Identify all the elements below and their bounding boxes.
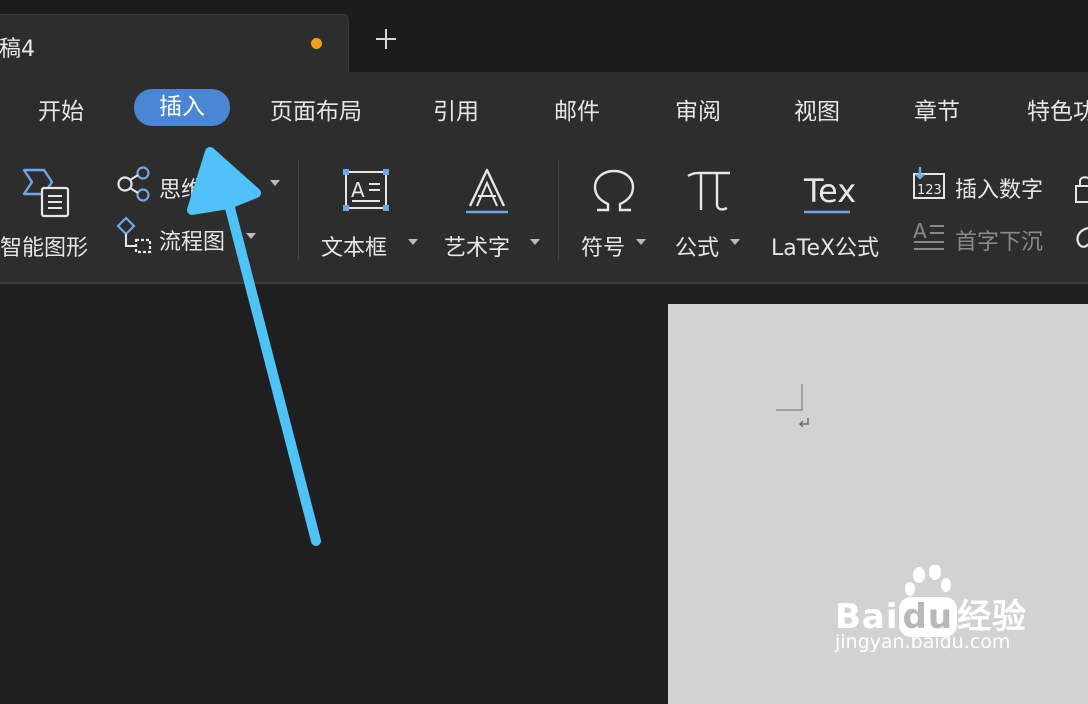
word-art-label: 艺术字	[444, 236, 511, 261]
text-cursor-mark-icon	[776, 384, 809, 428]
flowchart-label: 流程图	[159, 230, 226, 255]
symbol-dropdown-icon[interactable]	[636, 239, 646, 245]
flowchart-icon	[116, 216, 152, 254]
ribbon-separator	[298, 160, 299, 260]
menu-insert[interactable]: 插入	[134, 89, 230, 126]
word-art-dropdown-icon[interactable]	[530, 239, 540, 245]
menu-bar: 开始 插入 页面布局 引用 邮件 审阅 视图 章节 特色功能	[0, 72, 1088, 144]
mind-map-dropdown-icon[interactable]	[270, 180, 280, 186]
pi-formula-icon	[687, 171, 730, 211]
menu-section[interactable]: 章节	[914, 92, 960, 126]
formula-dropdown-icon[interactable]	[730, 239, 740, 245]
document-tab-title: 稿4	[0, 37, 35, 62]
mind-map-label: 思维导图	[159, 178, 248, 203]
insert-number-label: 插入数字	[955, 178, 1044, 203]
drop-cap-icon: A	[913, 219, 944, 250]
smart-graphic-label: 智能图形	[0, 236, 89, 261]
symbol-label: 符号	[581, 236, 626, 261]
unsaved-indicator-icon	[311, 38, 322, 49]
menu-home[interactable]: 开始	[38, 92, 84, 126]
ribbon-separator	[558, 160, 559, 260]
drop-cap-label: 首字下沉	[955, 230, 1044, 255]
menu-review[interactable]: 审阅	[675, 92, 721, 126]
latex-icon-text: Tex	[803, 172, 856, 210]
menu-special-features[interactable]: 特色功能	[1027, 92, 1088, 126]
menu-mailings[interactable]: 邮件	[554, 92, 600, 126]
mind-map-icon	[117, 166, 150, 202]
svg-text:A: A	[913, 219, 927, 243]
text-box-label: 文本框	[321, 236, 388, 261]
latex-icon: Tex	[803, 172, 856, 214]
menu-page-layout[interactable]: 页面布局	[270, 92, 362, 126]
menu-references[interactable]: 引用	[433, 92, 479, 126]
text-box-icon: A	[343, 169, 389, 211]
baidu-jingyan-watermark: Bai du 经验 jingyan.baidu.com	[835, 565, 1035, 665]
smart-graphic-icon	[22, 168, 70, 218]
tab-bar: 稿4	[0, 0, 1088, 73]
svg-text:A: A	[351, 178, 365, 202]
menu-view[interactable]: 视图	[794, 92, 840, 126]
insert-number-icon: 123	[913, 167, 945, 199]
formula-label: 公式	[675, 236, 720, 261]
flowchart-dropdown-icon[interactable]	[246, 233, 256, 239]
new-tab-plus-icon[interactable]	[372, 25, 400, 53]
insert-ribbon: 智能图形 思维导图 流程图 A 文本框 艺术字 符号 公式 Tex LaTeX公…	[0, 144, 1088, 284]
insert-number-icon-text: 123	[917, 183, 942, 198]
watermark-url: jingyan.baidu.com	[835, 631, 1011, 653]
text-box-dropdown-icon[interactable]	[408, 239, 418, 245]
latex-formula-label: LaTeX公式	[771, 236, 880, 261]
omega-symbol-icon	[593, 169, 635, 212]
lock-icon[interactable]	[1074, 172, 1088, 204]
attachment-icon[interactable]	[1074, 224, 1088, 254]
word-art-icon	[466, 168, 508, 214]
document-tab[interactable]: 稿4	[0, 14, 349, 73]
